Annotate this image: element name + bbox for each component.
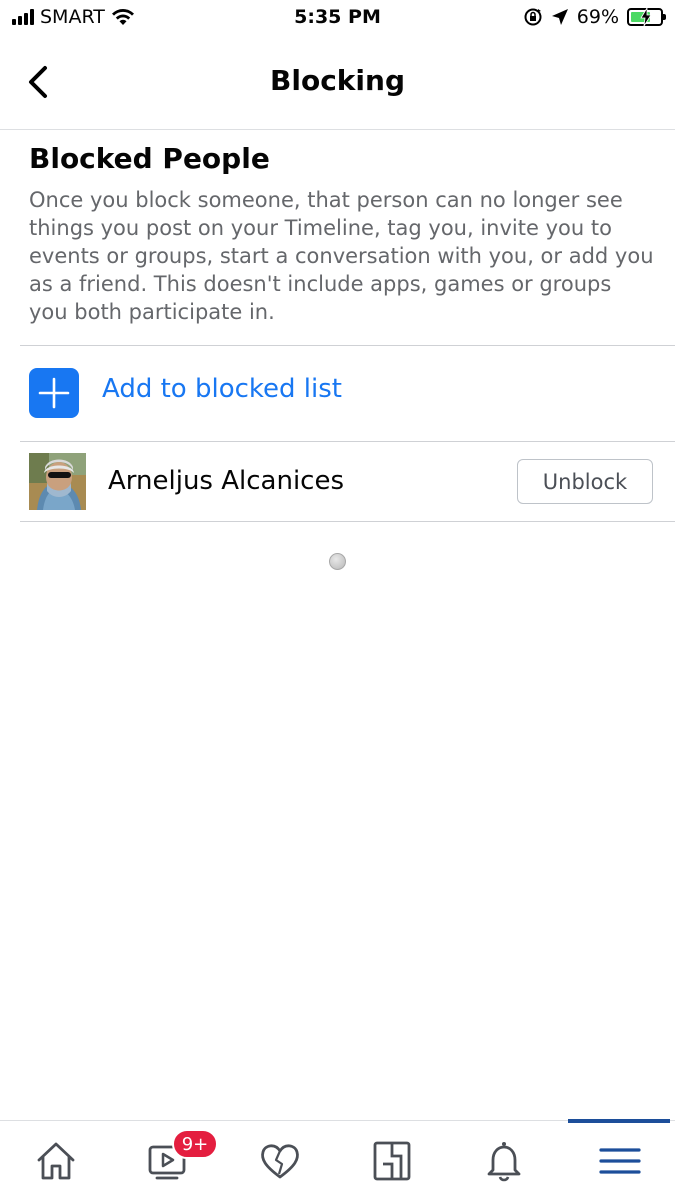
menu-icon [599, 1148, 641, 1174]
tab-menu[interactable] [564, 1121, 675, 1200]
nav-bar: Blocking [0, 40, 675, 130]
plus-icon [29, 368, 79, 418]
bell-icon [487, 1142, 521, 1182]
battery-icon [627, 8, 666, 26]
add-to-blocked-list-button[interactable]: Add to blocked list [0, 346, 675, 441]
section-title: Blocked People [29, 142, 270, 175]
tab-home[interactable] [0, 1121, 112, 1200]
page-title: Blocking [270, 64, 405, 97]
orientation-lock-icon [524, 8, 542, 26]
notification-badge: 9+ [172, 1129, 218, 1159]
section-description: Once you block someone, that person can … [29, 188, 654, 324]
location-arrow-icon [551, 9, 568, 25]
tab-pages[interactable] [336, 1121, 448, 1200]
home-icon [37, 1142, 75, 1180]
blocking-screen: SMART 5:35 PM 69% Blocking Blocked Peopl… [0, 0, 675, 1200]
status-bar: SMART 5:35 PM 69% [0, 0, 675, 40]
tab-bar: 9+ [0, 1119, 675, 1200]
blocked-person-name: Arneljus Alcanices [108, 466, 345, 496]
status-right: 69% [523, 6, 666, 28]
loading-spinner [329, 553, 346, 570]
tab-notifications[interactable] [448, 1121, 560, 1200]
heart-icon [261, 1144, 299, 1179]
unblock-button[interactable]: Unblock [517, 459, 653, 504]
pages-icon [373, 1141, 411, 1181]
add-to-blocked-list-label: Add to blocked list [102, 374, 342, 404]
blocked-person-row: Arneljus Alcanices Unblock [0, 442, 675, 522]
tab-dating[interactable] [224, 1121, 336, 1200]
divider [20, 521, 675, 522]
battery-percent: 69% [576, 6, 619, 28]
avatar [29, 453, 86, 510]
